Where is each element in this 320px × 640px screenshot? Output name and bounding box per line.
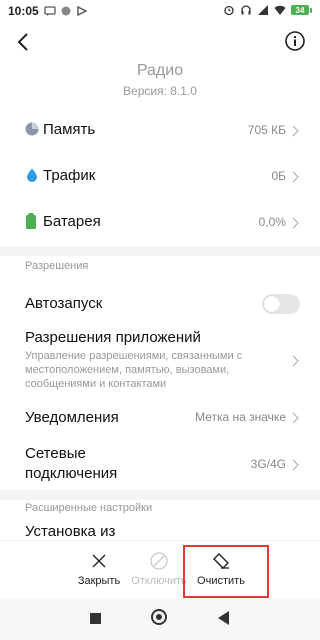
battery-level: 34: [291, 5, 309, 15]
battery-label: Батарея: [43, 213, 101, 230]
app-permissions-label: Разрешения приложений: [25, 329, 201, 346]
status-bar: 10:05 34: [0, 0, 320, 24]
close-icon: [92, 554, 106, 568]
headphones-icon: [241, 5, 251, 15]
chevron-right-icon: [292, 459, 299, 471]
chevron-right-icon: [292, 217, 299, 229]
battery-icon: 34: [291, 5, 312, 15]
network-label-line1: Сетевые: [25, 445, 86, 462]
traffic-label: Трафик: [43, 167, 96, 184]
install-from-row[interactable]: Установка из: [0, 520, 320, 540]
status-time: 10:05: [8, 4, 39, 18]
autostart-label: Автозапуск: [25, 295, 103, 312]
install-from-label: Установка из: [25, 523, 116, 540]
action-bar: Закрыть Отключить Очистить: [0, 540, 320, 597]
autostart-row[interactable]: Автозапуск: [0, 285, 320, 323]
traffic-row[interactable]: Трафик 0Б: [0, 159, 320, 195]
battery-icon: [26, 213, 36, 229]
pie-chart-icon: [25, 122, 39, 136]
alarm-icon: [224, 5, 234, 16]
back-button[interactable]: [218, 611, 229, 625]
memory-label: Память: [43, 121, 96, 138]
app-permissions-description: Управление разрешениями, связанными с ме…: [25, 350, 243, 390]
battery-value: 0,0%: [258, 215, 286, 229]
chevron-right-icon: [292, 355, 299, 367]
app-title: Радио: [136, 62, 184, 79]
clear-button-highlight: [183, 545, 269, 598]
advanced-section-title: Расширенные настройки: [25, 502, 153, 514]
chevron-right-icon: [292, 412, 299, 424]
section-divider: [0, 490, 320, 500]
back-arrow-icon[interactable]: [12, 30, 36, 54]
info-icon[interactable]: [284, 30, 306, 52]
traffic-value: 0Б: [271, 169, 286, 183]
notifications-value: Метка на значке: [195, 410, 286, 424]
chevron-right-icon: [292, 171, 299, 183]
notification-play-icon: [77, 5, 88, 17]
app-permissions-row[interactable]: Разрешения приложений Управление разреше…: [0, 328, 320, 396]
permissions-section-title: Разрешения: [25, 260, 89, 272]
recents-button[interactable]: [90, 613, 101, 624]
notifications-label: Уведомления: [25, 409, 119, 426]
water-drop-icon: [27, 168, 37, 182]
network-label-line2: подключения: [25, 465, 118, 482]
signal-icon: [258, 5, 268, 15]
notification-chat-icon: [44, 6, 56, 16]
battery-row[interactable]: Батарея 0,0%: [0, 205, 320, 241]
app-version: Версия: 8.1.0: [123, 84, 197, 98]
memory-value: 705 КБ: [247, 123, 286, 137]
home-button[interactable]: [151, 609, 167, 625]
notification-icons: [44, 5, 88, 17]
wifi-icon: [274, 5, 286, 15]
autostart-toggle[interactable]: [262, 294, 300, 314]
memory-row[interactable]: Память 705 КБ: [0, 113, 320, 149]
system-icons: 34: [223, 4, 312, 16]
notifications-row[interactable]: Уведомления Метка на значке: [0, 402, 320, 436]
network-row[interactable]: Сетевые подключения 3G/4G: [0, 442, 320, 486]
network-value: 3G/4G: [250, 457, 286, 471]
chevron-right-icon: [292, 125, 299, 137]
notification-circle-icon: [61, 6, 71, 16]
disable-icon: [150, 552, 168, 570]
section-divider: [0, 246, 320, 256]
navigation-bar: [0, 598, 320, 640]
